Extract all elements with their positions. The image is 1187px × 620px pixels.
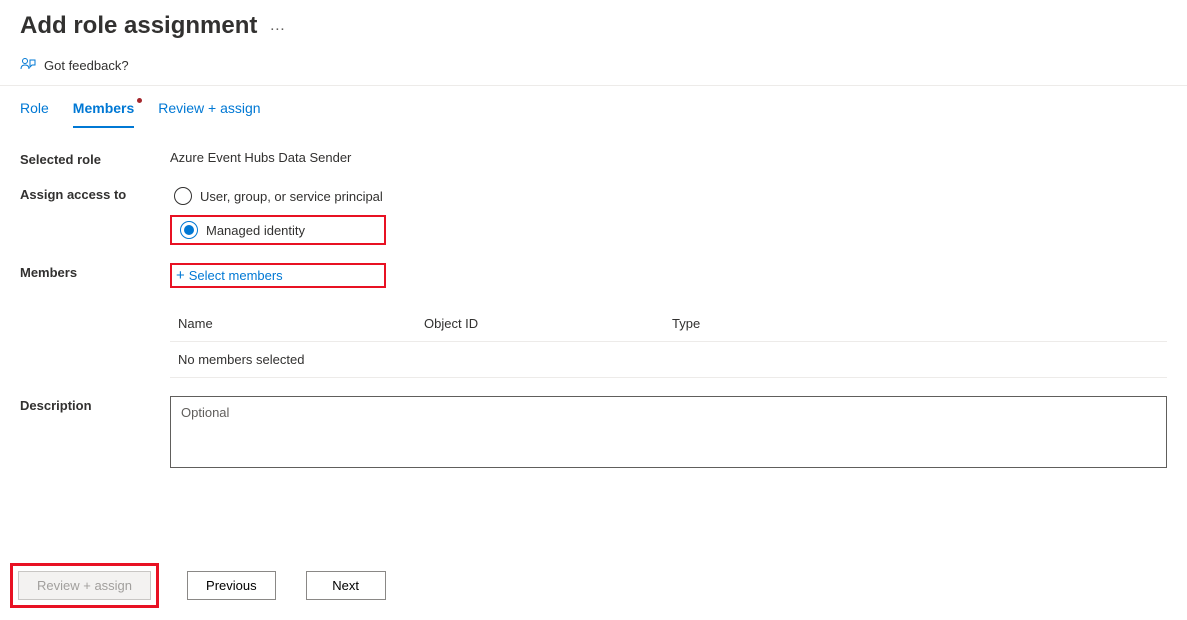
members-table: Name Object ID Type No members selected [170, 306, 1167, 378]
radio-label-user-group: User, group, or service principal [200, 189, 383, 204]
next-button[interactable]: Next [306, 571, 386, 600]
radio-circle-icon [174, 187, 192, 205]
tab-members[interactable]: Members [73, 100, 134, 128]
tab-members-label: Members [73, 100, 134, 116]
selected-role-label: Selected role [20, 150, 170, 167]
footer: Review + assign Previous Next [10, 563, 386, 608]
description-label: Description [20, 396, 170, 413]
description-input[interactable] [170, 396, 1167, 468]
table-empty-message: No members selected [170, 342, 1167, 378]
more-actions-icon[interactable]: … [269, 17, 286, 35]
plus-icon: + [176, 267, 185, 284]
assign-access-label: Assign access to [20, 185, 170, 202]
description-row: Description [0, 378, 1187, 468]
radio-label-managed-identity: Managed identity [206, 223, 305, 238]
tab-review-assign[interactable]: Review + assign [158, 100, 260, 128]
footer-button-group: Previous Next [187, 571, 386, 600]
radio-user-group-principal[interactable]: User, group, or service principal [170, 185, 1167, 207]
radio-circle-selected-icon [180, 221, 198, 239]
members-row: Members + Select members [20, 263, 1167, 288]
members-label: Members [20, 263, 170, 280]
page-header: Add role assignment … [0, 0, 1187, 48]
col-header-name[interactable]: Name [178, 316, 424, 331]
previous-button[interactable]: Previous [187, 571, 276, 600]
radio-managed-identity[interactable]: Managed identity [176, 219, 309, 241]
selected-role-value: Azure Event Hubs Data Sender [170, 150, 1167, 165]
selected-role-row: Selected role Azure Event Hubs Data Send… [20, 150, 1167, 167]
assign-access-row: Assign access to User, group, or service… [20, 185, 1167, 245]
tab-role[interactable]: Role [20, 100, 49, 128]
select-members-link[interactable]: + Select members [176, 267, 380, 284]
col-header-objectid[interactable]: Object ID [424, 316, 672, 331]
select-members-text: Select members [189, 268, 283, 283]
highlight-review-assign: Review + assign [10, 563, 159, 608]
feedback-bar[interactable]: Got feedback? [0, 48, 1187, 86]
tab-members-indicator-icon [137, 98, 142, 103]
highlight-select-members: + Select members [170, 263, 386, 288]
table-header: Name Object ID Type [170, 306, 1167, 342]
feedback-link[interactable]: Got feedback? [44, 58, 129, 73]
page-title: Add role assignment [20, 12, 257, 40]
assign-access-radio-group: User, group, or service principal Manage… [170, 185, 1167, 245]
radio-dot-icon [184, 225, 194, 235]
review-assign-button: Review + assign [18, 571, 151, 600]
col-header-type[interactable]: Type [672, 316, 1159, 331]
highlight-managed-identity: Managed identity [170, 215, 386, 245]
feedback-icon [20, 56, 36, 75]
form-area: Selected role Azure Event Hubs Data Send… [0, 128, 1187, 288]
tabs: Role Members Review + assign [0, 86, 1187, 128]
